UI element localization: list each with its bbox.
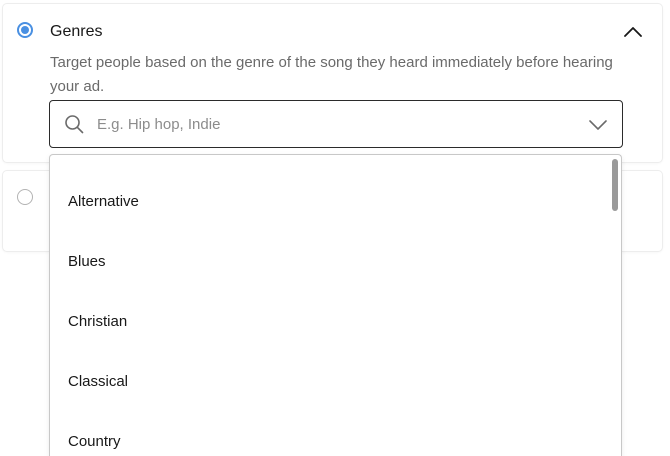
second-option-radio[interactable] bbox=[17, 189, 33, 205]
collapse-button[interactable] bbox=[621, 22, 645, 42]
genre-option-classical[interactable]: Classical bbox=[50, 352, 610, 412]
genre-option-blues[interactable]: Blues bbox=[50, 232, 610, 292]
genre-search-input[interactable] bbox=[97, 111, 567, 137]
dropdown-scrollbar-thumb[interactable] bbox=[612, 159, 618, 211]
genre-option-alternative[interactable]: Alternative bbox=[50, 172, 610, 232]
chevron-down-icon[interactable] bbox=[587, 115, 609, 135]
genre-option-christian[interactable]: Christian bbox=[50, 292, 610, 352]
audience-targeting-page: Genres Target people based on the genre … bbox=[0, 0, 670, 456]
genres-description: Target people based on the genre of the … bbox=[50, 54, 613, 95]
dropdown-scrollbar[interactable] bbox=[612, 157, 619, 453]
chevron-up-icon bbox=[624, 27, 642, 37]
genre-dropdown-list[interactable]: Alternative Blues Christian Classical Co… bbox=[49, 154, 622, 456]
genre-option-country[interactable]: Country bbox=[50, 412, 610, 456]
search-icon bbox=[65, 115, 84, 134]
genre-search-box[interactable] bbox=[49, 100, 623, 148]
genres-radio[interactable] bbox=[17, 22, 33, 38]
genres-title: Genres bbox=[50, 23, 103, 40]
genres-card: Genres Target people based on the genre … bbox=[3, 4, 662, 162]
genre-options: Alternative Blues Christian Classical Co… bbox=[50, 172, 610, 456]
